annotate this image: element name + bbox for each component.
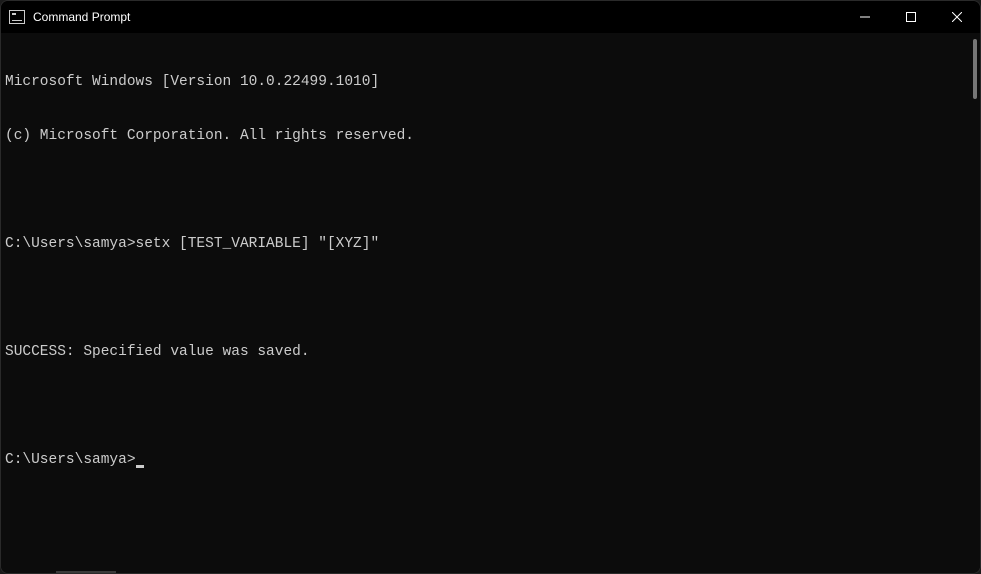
close-icon <box>952 12 962 22</box>
scrollbar-thumb[interactable] <box>973 39 977 99</box>
titlebar-left: Command Prompt <box>9 10 130 24</box>
close-button[interactable] <box>934 1 980 33</box>
terminal-line <box>5 289 966 307</box>
terminal-line: (c) Microsoft Corporation. All rights re… <box>5 127 966 145</box>
window-controls <box>842 1 980 33</box>
command-prompt-window: Command Prompt Microsoft Win <box>0 0 981 574</box>
minimize-icon <box>860 12 870 22</box>
terminal-prompt-line: C:\Users\samya> <box>5 451 966 469</box>
scrollbar[interactable] <box>966 37 980 563</box>
terminal-line <box>5 397 966 415</box>
bottom-edge <box>1 567 980 573</box>
terminal-line <box>5 181 966 199</box>
bottom-highlight <box>56 571 116 573</box>
terminal-line: C:\Users\samya>setx [TEST_VARIABLE] "[XY… <box>5 235 966 253</box>
terminal-prompt: C:\Users\samya> <box>5 452 136 468</box>
terminal-body[interactable]: Microsoft Windows [Version 10.0.22499.10… <box>1 33 980 567</box>
cursor <box>136 465 144 468</box>
window-title: Command Prompt <box>33 10 130 24</box>
minimize-button[interactable] <box>842 1 888 33</box>
terminal-line: SUCCESS: Specified value was saved. <box>5 343 966 361</box>
titlebar[interactable]: Command Prompt <box>1 1 980 33</box>
maximize-icon <box>906 12 916 22</box>
cmd-icon <box>9 10 25 24</box>
maximize-button[interactable] <box>888 1 934 33</box>
terminal-content[interactable]: Microsoft Windows [Version 10.0.22499.10… <box>5 37 966 563</box>
terminal-line: Microsoft Windows [Version 10.0.22499.10… <box>5 73 966 91</box>
